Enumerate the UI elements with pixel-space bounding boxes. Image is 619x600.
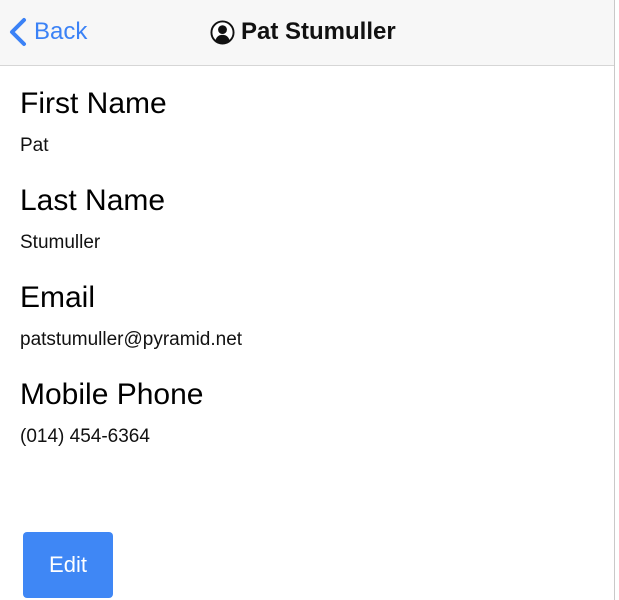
contact-detail-screen: Back Pat Stumuller First Name Pat Last N… bbox=[0, 0, 619, 600]
first-name-value: Pat bbox=[20, 135, 49, 156]
page-title: Pat Stumuller bbox=[210, 14, 396, 50]
email-label: Email bbox=[20, 281, 96, 314]
email-value: patstumuller@pyramid.net bbox=[20, 329, 243, 350]
first-name-section: First Name Pat bbox=[20, 84, 600, 158]
last-name-section: Last Name Stumuller bbox=[20, 181, 600, 255]
contact-details: First Name Pat Last Name Stumuller Email… bbox=[20, 84, 600, 472]
mobile-phone-value: (014) 454-6364 bbox=[20, 426, 150, 447]
last-name-value: Stumuller bbox=[20, 232, 101, 253]
chevron-left-icon bbox=[10, 18, 26, 46]
first-name-label: First Name bbox=[20, 87, 167, 120]
panel-divider bbox=[614, 0, 615, 600]
last-name-label: Last Name bbox=[20, 184, 166, 217]
mobile-phone-section: Mobile Phone (014) 454-6364 bbox=[20, 375, 600, 449]
back-button[interactable]: Back bbox=[8, 14, 87, 50]
page-title-text: Pat Stumuller bbox=[241, 18, 396, 45]
navigation-bar: Back Pat Stumuller bbox=[0, 0, 614, 66]
mobile-phone-label: Mobile Phone bbox=[20, 378, 204, 411]
user-circle-icon bbox=[210, 19, 235, 45]
email-section: Email patstumuller@pyramid.net bbox=[20, 278, 600, 352]
back-button-label: Back bbox=[34, 18, 88, 45]
edit-button[interactable]: Edit bbox=[23, 532, 113, 598]
